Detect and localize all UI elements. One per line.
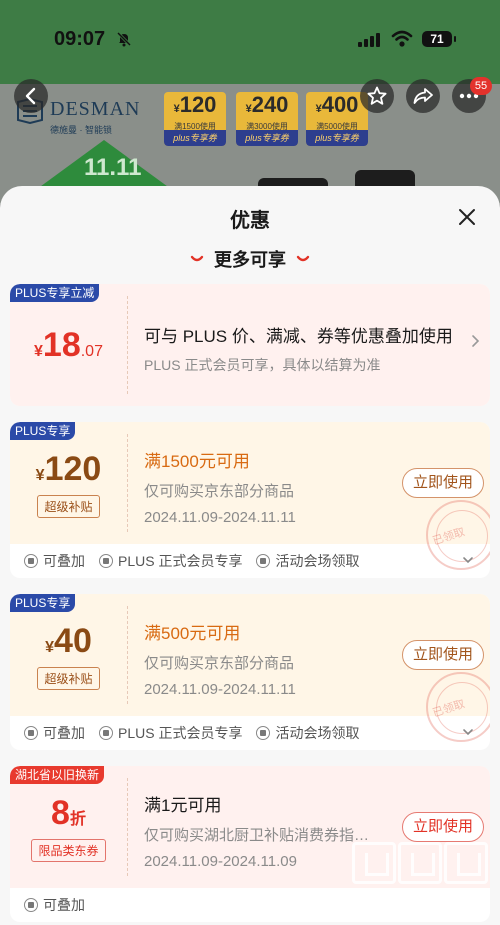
sheet-title: 优惠: [230, 210, 270, 232]
mini-coupon: ¥240 满3000使用 plus专享券: [236, 92, 298, 146]
coupon-scope: 仅可购买湖北厨卫补贴消费券指…: [144, 827, 370, 844]
coupon-condition: 满1元可用: [144, 796, 222, 815]
footer-claim-source: 活动会场领取: [256, 551, 359, 571]
smile-decoration-icon: [190, 255, 204, 262]
promo-label: 11.11: [84, 154, 142, 181]
mini-coupon: ¥120 满1500使用 plus专享券: [164, 92, 226, 146]
card-divider: [127, 778, 128, 876]
stack-icon: [24, 726, 38, 740]
coupon-card: PLUS专享 ¥40 超级补贴 满500元可用 仅可购买京东部分商品 2024.…: [10, 594, 490, 750]
use-now-button[interactable]: 立即使用: [402, 640, 484, 670]
notification-badge: 55: [470, 77, 492, 95]
chevron-down-icon[interactable]: [462, 728, 474, 736]
use-now-button[interactable]: 立即使用: [402, 468, 484, 498]
card-divider: [127, 296, 128, 394]
subsidy-tag: 超级补贴: [37, 495, 100, 518]
corner-tag: PLUS专享: [10, 594, 76, 612]
coupon-validity: 2024.11.09-2024.11.11: [144, 681, 296, 698]
coupon-validity: 2024.11.09-2024.11.11: [144, 509, 296, 526]
crown-icon: [99, 726, 113, 740]
back-button[interactable]: [14, 79, 48, 113]
plus-discount-card[interactable]: PLUS专享立减 ¥18.07 可与 PLUS 价、满减、券等优惠叠加使用 PL…: [10, 284, 490, 406]
card-divider: [127, 434, 128, 532]
chevron-down-icon[interactable]: [462, 556, 474, 564]
coupon-card: PLUS专享 ¥120 超级补贴 满1500元可用 仅可购买京东部分商品 202…: [10, 422, 490, 578]
wifi-icon: [391, 30, 413, 47]
coupon-amount: ¥40 超级补贴: [10, 622, 127, 690]
watermark-text: zhizhizhi.com: [352, 886, 443, 902]
coupon-condition: 满500元可用: [144, 624, 241, 643]
stack-icon: [24, 898, 38, 912]
close-icon[interactable]: [456, 206, 478, 228]
coupon-validity: 2024.11.09-2024.11.09: [144, 853, 297, 870]
status-bar: 09:07 71: [0, 0, 500, 84]
crown-icon: [99, 554, 113, 568]
card-title: 可与 PLUS 价、满减、券等优惠叠加使用: [144, 327, 453, 346]
section-title: 更多可享: [214, 250, 286, 270]
corner-tag: 湖北省以旧换新: [10, 766, 105, 784]
footer-stackable: 可叠加: [24, 895, 85, 915]
discount-sheet: 优惠 更多可享 PLUS专享立减 ¥18.07 可与 PLUS 价、满减、券等优…: [0, 186, 500, 925]
battery-indicator: 71: [422, 31, 456, 47]
brand-subtitle: 德施曼 · 智能锁: [50, 125, 112, 135]
footer-stackable: 可叠加: [24, 551, 85, 571]
corner-tag: PLUS专享: [10, 422, 76, 440]
stack-icon: [24, 554, 38, 568]
section-header: 更多可享: [0, 246, 500, 272]
category-tag: 限品类东券: [31, 839, 106, 862]
coupon-footer[interactable]: 可叠加 PLUS 正式会员专享 活动会场领取: [10, 716, 490, 750]
card-divider: [127, 606, 128, 704]
coupon-footer[interactable]: 可叠加 PLUS 正式会员专享 活动会场领取: [10, 544, 490, 578]
favorite-button[interactable]: [360, 79, 394, 113]
footer-claim-source: 活动会场领取: [256, 723, 359, 743]
bell-muted-icon: [116, 31, 132, 47]
signal-icon: [358, 33, 380, 47]
status-time: 09:07: [54, 28, 106, 50]
mini-coupon: ¥400 满5000使用 plus专享券: [306, 92, 368, 146]
footer-plus-only: PLUS 正式会员专享: [99, 723, 242, 743]
ticket-icon: [256, 554, 271, 568]
share-icon: [413, 88, 433, 104]
smile-decoration-icon: [296, 255, 310, 262]
discount-amount: ¥18.07: [34, 326, 103, 364]
corner-tag: PLUS专享立减: [10, 284, 100, 302]
coupon-discount-rate: 8折 限品类东券: [10, 794, 127, 862]
coupon-scope: 仅可购买京东部分商品: [144, 483, 295, 500]
coupon-amount: ¥120 超级补贴: [10, 450, 127, 518]
card-description: PLUS 正式会员可享，具体以结算为准: [144, 357, 381, 373]
coupon-scope: 仅可购买京东部分商品: [144, 655, 295, 672]
chevron-right-icon: [472, 335, 480, 347]
coupon-condition: 满1500元可用: [144, 452, 250, 471]
site-watermark: zhizhizhi.com: [352, 842, 492, 902]
footer-stackable: 可叠加: [24, 723, 85, 743]
watermark-logo: [352, 842, 492, 884]
share-button[interactable]: [406, 79, 440, 113]
ticket-icon: [256, 726, 271, 740]
subsidy-tag: 超级补贴: [37, 667, 100, 690]
footer-plus-only: PLUS 正式会员专享: [99, 551, 242, 571]
chevron-left-icon: [25, 87, 36, 105]
star-icon: [367, 86, 387, 105]
use-now-button[interactable]: 立即使用: [402, 812, 484, 842]
brand-name: DESMAN: [50, 98, 141, 120]
